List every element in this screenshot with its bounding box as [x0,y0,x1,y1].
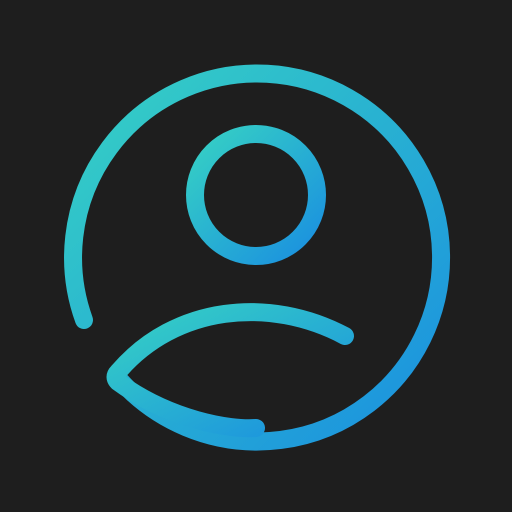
app-icon [0,0,512,512]
user-profile-icon [0,0,512,512]
